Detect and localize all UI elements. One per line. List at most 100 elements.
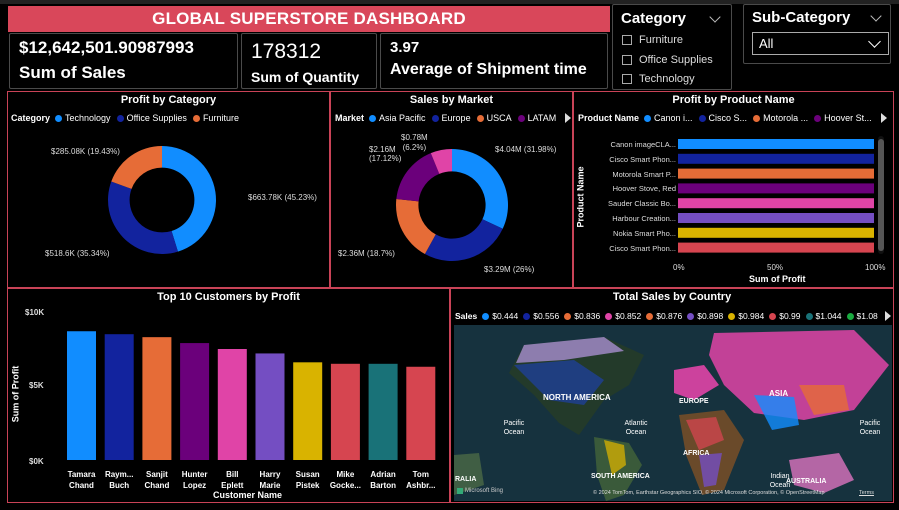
y-axis-title: Sum of Profit — [10, 365, 21, 423]
product-bar[interactable] — [678, 242, 874, 253]
legend-dot — [517, 114, 525, 122]
panel-title: Top 10 Customers by Profit — [157, 291, 300, 303]
y-tick: $5K — [29, 381, 44, 390]
customer-name-label: Tom Ashbr... — [406, 470, 436, 490]
sales-market-donut[interactable] — [394, 147, 510, 263]
legend-item[interactable]: Hoover St... — [814, 113, 872, 123]
panel-top-customers[interactable]: Top 10 Customers by Profit $10K $5K $0K … — [7, 288, 450, 503]
legend-item[interactable]: $0.852 — [605, 311, 641, 321]
legend-item[interactable]: USCA — [476, 113, 512, 123]
panel-sales-by-country[interactable]: Total Sales by Country Sales $0.444 $0.55… — [450, 288, 894, 503]
legend-dot — [523, 312, 531, 320]
slicer-option-furniture[interactable]: Furniture — [622, 34, 683, 46]
product-name-label: Canon imageCLA... — [610, 140, 676, 149]
customer-bar-chart[interactable] — [63, 309, 443, 464]
kpi-card-sales[interactable]: $12,642,501.90987993 Sum of Sales — [9, 33, 238, 89]
panel-profit-by-product[interactable]: Profit by Product Name Product Name Cano… — [573, 91, 894, 288]
slice-europe[interactable] — [424, 219, 503, 261]
data-label: $285.08K (19.43%) — [51, 147, 120, 156]
chevron-down-icon[interactable] — [870, 10, 882, 22]
slice-office-supplies[interactable] — [107, 181, 178, 254]
legend-item[interactable]: Canon i... — [644, 113, 693, 123]
legend-item[interactable]: $0.898 — [687, 311, 723, 321]
product-bar[interactable] — [678, 139, 874, 149]
customer-bar[interactable] — [330, 363, 360, 460]
panel-title: Profit by Product Name — [672, 94, 795, 106]
slice-asia-pacific[interactable] — [452, 149, 508, 229]
customer-bar[interactable] — [368, 363, 398, 460]
data-label: $2.16M (17.12%) — [369, 145, 402, 163]
product-bar[interactable] — [678, 168, 874, 179]
scrollbar-thumb[interactable] — [878, 139, 884, 251]
x-tick: 0% — [673, 263, 685, 272]
chevron-down-icon[interactable] — [709, 11, 721, 23]
slicer-option-office-supplies[interactable]: Office Supplies — [622, 54, 713, 66]
product-bar[interactable] — [678, 153, 874, 164]
product-bar-chart[interactable] — [678, 136, 878, 256]
slicer-title: Sub-Category — [752, 9, 851, 26]
chevron-down-icon[interactable] — [868, 35, 881, 48]
customer-bar[interactable] — [255, 353, 285, 460]
slicer-option-technology[interactable]: Technology — [622, 73, 695, 85]
panel-profit-by-category[interactable]: Profit by Category Category Technology O… — [7, 91, 330, 288]
customer-bar[interactable] — [67, 331, 96, 460]
customer-bar[interactable] — [293, 362, 323, 460]
checkbox-icon[interactable] — [622, 55, 632, 65]
customer-bar[interactable] — [406, 366, 436, 460]
legend-item[interactable]: Asia Pacific — [369, 113, 426, 123]
product-name-label: Cisco Smart Phon... — [609, 243, 676, 253]
legend-item[interactable]: $0.444 — [482, 311, 518, 321]
scrollbar[interactable] — [878, 136, 884, 254]
customer-name-label: Susan Pistek — [295, 470, 320, 490]
legend-item[interactable]: Motorola ... — [753, 113, 808, 123]
product-name-label: Sauder Classic Bo... — [608, 199, 676, 209]
legend-item[interactable]: $0.876 — [646, 311, 682, 321]
customer-bar[interactable] — [142, 337, 172, 460]
terms-link[interactable]: Terms — [859, 490, 874, 496]
legend-item[interactable]: Office Supplies — [116, 113, 187, 123]
customer-bar[interactable] — [180, 343, 210, 460]
legend-next-icon[interactable] — [565, 113, 571, 123]
legend-item[interactable]: LATAM — [517, 113, 556, 123]
panel-sales-by-market[interactable]: Sales by Market Market Asia Pacific Euro… — [330, 91, 573, 288]
customer-bar[interactable] — [104, 334, 134, 460]
legend-dot — [192, 114, 200, 122]
legend-item[interactable]: $0.836 — [564, 311, 600, 321]
legend-item[interactable]: $1.044 — [805, 311, 842, 321]
customer-bar[interactable] — [217, 349, 247, 460]
legend-item[interactable]: $1.08 — [846, 311, 878, 321]
kpi-label: Sum of Sales — [19, 63, 126, 82]
kpi-card-quantity[interactable]: 178312 Sum of Quantity — [241, 33, 377, 89]
legend-dot — [644, 114, 652, 122]
subcategory-dropdown[interactable]: All — [752, 32, 889, 55]
legend-dot — [814, 114, 822, 122]
legend-dot — [698, 114, 706, 122]
x-axis-title: Customer Name — [213, 490, 283, 500]
legend-item[interactable]: Technology — [55, 113, 111, 123]
slice-latam[interactable] — [396, 153, 440, 202]
legend-item[interactable]: Cisco S... — [698, 113, 747, 123]
profit-category-donut[interactable] — [106, 144, 218, 256]
subcategory-slicer[interactable]: Sub-Category All — [743, 4, 891, 64]
checkbox-icon[interactable] — [622, 35, 632, 45]
category-slicer[interactable]: Category Furniture Office Supplies Techn… — [612, 4, 732, 90]
world-map[interactable] — [454, 325, 892, 501]
legend-next-icon[interactable] — [881, 113, 887, 123]
legend-dot — [116, 114, 124, 122]
checkbox-icon[interactable] — [622, 74, 632, 84]
legend-item[interactable]: $0.99 — [769, 311, 801, 321]
legend-item[interactable]: $0.556 — [523, 311, 559, 321]
legend-item[interactable]: $0.984 — [728, 311, 764, 321]
kpi-value: 178312 — [251, 40, 322, 63]
legend-item[interactable]: Furniture — [192, 113, 239, 123]
product-bar[interactable] — [678, 198, 874, 209]
product-bar[interactable] — [678, 227, 874, 238]
legend-title: Sales — [455, 311, 478, 321]
legend-next-icon[interactable] — [885, 311, 891, 321]
product-bar[interactable] — [678, 183, 874, 194]
legend-item[interactable]: Europe — [431, 113, 471, 123]
kpi-card-shipment[interactable]: 3.97 Average of Shipment time — [380, 33, 608, 89]
panel-title: Total Sales by Country — [612, 291, 732, 303]
legend-title: Product Name — [578, 113, 640, 123]
product-bar[interactable] — [678, 213, 874, 223]
